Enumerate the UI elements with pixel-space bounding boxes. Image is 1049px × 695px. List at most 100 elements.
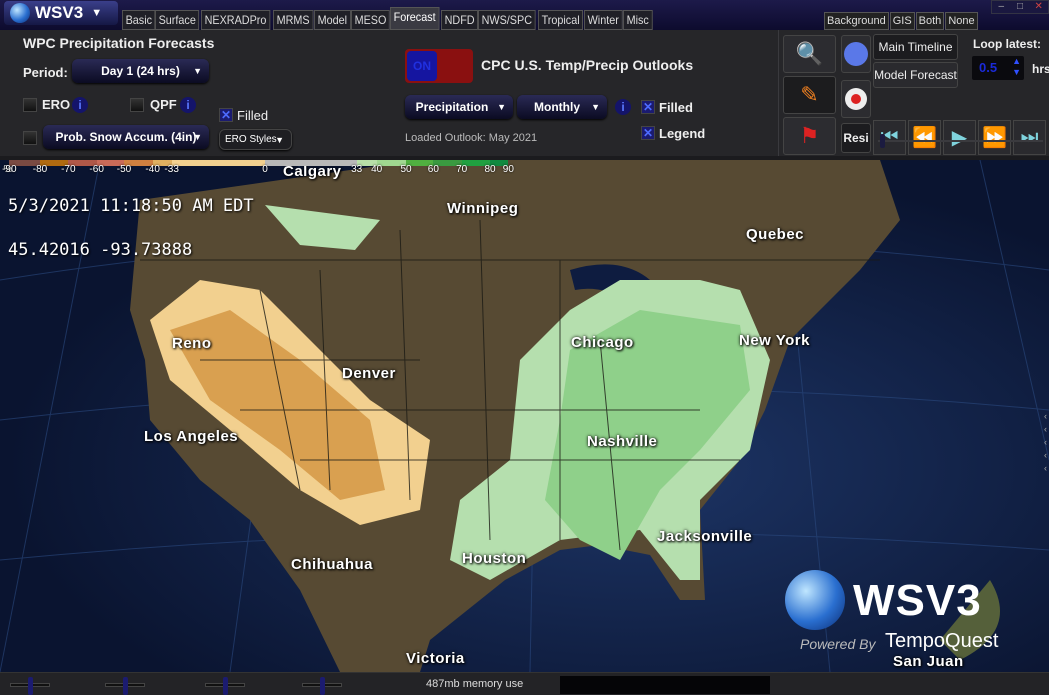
fast-forward-icon: ⏩ <box>982 127 1007 149</box>
loop-unit: hrs <box>1032 62 1049 76</box>
city-label: Victoria <box>406 650 465 667</box>
tab-nexradpro[interactable]: NEXRADPro <box>200 10 270 30</box>
legend-tick: -90 <box>2 164 17 175</box>
cpc-variable-value: Precipitation <box>415 100 489 114</box>
status-bar: 487mb memory use <box>0 672 1049 695</box>
last-frame-button[interactable]: ⏭ <box>1013 120 1046 155</box>
model-forecast-button[interactable]: Model Forecast <box>873 62 958 88</box>
legend-tick: 40 <box>371 164 383 175</box>
opacity-slider-2[interactable] <box>105 677 145 695</box>
main-timeline-button[interactable]: Main Timeline <box>873 34 958 60</box>
city-label: Chihuahua <box>291 556 373 573</box>
divider <box>778 30 779 156</box>
opacity-slider-1[interactable] <box>10 677 50 695</box>
legend-tick: 33 <box>351 164 363 175</box>
map-view[interactable]: 5/3/2021 11:18:50 AM EDT 45.42016 -93.73… <box>0 160 1049 672</box>
tab-forecast[interactable]: Forecast <box>390 7 440 30</box>
legend-tick: -50 <box>116 164 132 175</box>
tab-model[interactable]: Model <box>314 10 351 30</box>
loop-hours-stepper[interactable]: 0.5 ▲ ▼ <box>972 56 1024 80</box>
wpc-filled-checkbox[interactable]: ✕ <box>219 108 233 122</box>
snow-value: Prob. Snow Accum. (4in) <box>55 130 197 144</box>
cpc-info-icon[interactable]: i <box>615 99 631 115</box>
zoom-map-button[interactable]: 🔍 <box>783 35 836 73</box>
city-label: Nashville <box>587 433 658 450</box>
close-icon[interactable]: ✕ <box>1029 1 1048 13</box>
legend-tick: 90 <box>502 164 514 175</box>
screenshot-button[interactable] <box>841 35 871 73</box>
wsv3-watermark: WSV3 Powered By TempoQuest <box>785 570 1025 670</box>
forecast-panel: WPC Precipitation Forecasts Period: Day … <box>0 30 1049 156</box>
flag-icon: ⚑ <box>799 123 820 148</box>
period-dropdown[interactable]: Day 1 (24 hrs) ▼ <box>72 59 209 83</box>
pencil-icon: ✎ <box>800 82 819 107</box>
record-button[interactable] <box>841 80 871 118</box>
tab-winter[interactable]: Winter <box>584 10 623 30</box>
tab-surface[interactable]: Surface <box>155 10 200 30</box>
layer-tab-background[interactable]: Background <box>824 12 889 30</box>
snow-dropdown[interactable]: Prob. Snow Accum. (4in) ▼ <box>43 125 209 149</box>
qpf-label: QPF <box>150 97 177 112</box>
city-label: Quebec <box>746 226 805 243</box>
side-collapse-arrows[interactable]: ‹ ‹ ‹ ‹ ‹ <box>1044 410 1047 475</box>
ero-info-icon[interactable]: i <box>72 97 88 113</box>
play-button[interactable]: ▶ <box>943 120 976 155</box>
step-forward-button[interactable]: ⏩ <box>978 120 1011 155</box>
legend-tick: 0 <box>262 164 268 175</box>
step-back-button[interactable]: ⏪ <box>908 120 941 155</box>
opacity-slider-4[interactable] <box>302 677 342 695</box>
play-icon: ▶ <box>951 127 968 149</box>
app-name: WSV3 <box>35 3 84 22</box>
tab-misc[interactable]: Misc <box>623 10 653 30</box>
draw-button[interactable]: ✎ <box>783 76 836 114</box>
tab-meso[interactable]: MESO <box>350 10 390 30</box>
cpc-legend-label: Legend <box>659 126 706 141</box>
memory-usage: 487mb memory use <box>426 678 524 690</box>
timeline-slider[interactable] <box>878 134 1043 148</box>
chevron-down-icon: ▼ <box>193 132 202 142</box>
opacity-slider-3[interactable] <box>205 677 245 695</box>
chevron-down-icon: ▼ <box>275 134 284 145</box>
chevron-down-icon: ▼ <box>91 7 103 19</box>
snow-checkbox[interactable] <box>23 131 37 145</box>
layer-tab-none[interactable]: None <box>945 12 978 30</box>
chevron-down-icon: ▼ <box>193 66 202 76</box>
cpc-period-dropdown[interactable]: Monthly ▼ <box>517 95 607 119</box>
layer-tabs: Background GIS Both None <box>824 12 979 30</box>
first-frame-button[interactable]: ⏮ <box>873 120 906 155</box>
legend-tick: 70 <box>456 164 468 175</box>
layer-tab-gis[interactable]: GIS <box>889 12 915 30</box>
model-forecast-label: Model Forecast <box>874 68 957 82</box>
cpc-variable-dropdown[interactable]: Precipitation ▼ <box>405 95 513 119</box>
cpc-title: CPC U.S. Temp/Precip Outlooks <box>481 57 694 73</box>
resize-button[interactable]: Resi <box>841 123 871 153</box>
cpc-toggle[interactable]: ON <box>405 49 473 83</box>
maximize-icon[interactable]: □ <box>1011 1 1030 13</box>
tab-nwsspc[interactable]: NWS/SPC <box>478 10 536 30</box>
tab-ndfd[interactable]: NDFD <box>440 10 478 30</box>
magnifier-icon: 🔍 <box>795 41 824 66</box>
loaded-outlook-text: Loaded Outlook: May 2021 <box>405 132 538 144</box>
ero-styles-dropdown[interactable]: ERO Styles ▼ <box>219 129 292 150</box>
qpf-checkbox[interactable] <box>130 98 144 112</box>
loop-latest-label: Loop latest: <box>973 37 1041 51</box>
tab-mrms[interactable]: MRMS <box>273 10 314 30</box>
city-label: New York <box>739 332 810 349</box>
watermark-company: TempoQuest <box>885 630 999 652</box>
cpc-filled-checkbox[interactable]: ✕ <box>641 100 655 114</box>
cpc-legend-checkbox[interactable]: ✕ <box>641 126 655 140</box>
qpf-info-icon[interactable]: i <box>180 97 196 113</box>
ero-checkbox[interactable] <box>23 98 37 112</box>
stepper-arrows-icon[interactable]: ▲ ▼ <box>1012 56 1021 78</box>
chevron-down-icon: ▼ <box>497 102 506 112</box>
period-label: Period: <box>23 65 68 80</box>
app-menu-button[interactable]: WSV3 ▼ <box>4 1 118 25</box>
layer-tab-both[interactable]: Both <box>915 12 945 30</box>
legend-swatch <box>171 160 265 166</box>
minimize-icon[interactable]: – <box>992 1 1011 13</box>
legend-tick: -33 <box>164 164 179 175</box>
tab-tropical[interactable]: Tropical <box>538 10 584 30</box>
placemark-button[interactable]: ⚑ <box>783 117 836 155</box>
city-label: Houston <box>462 550 527 567</box>
tab-basic[interactable]: Basic <box>122 10 156 30</box>
